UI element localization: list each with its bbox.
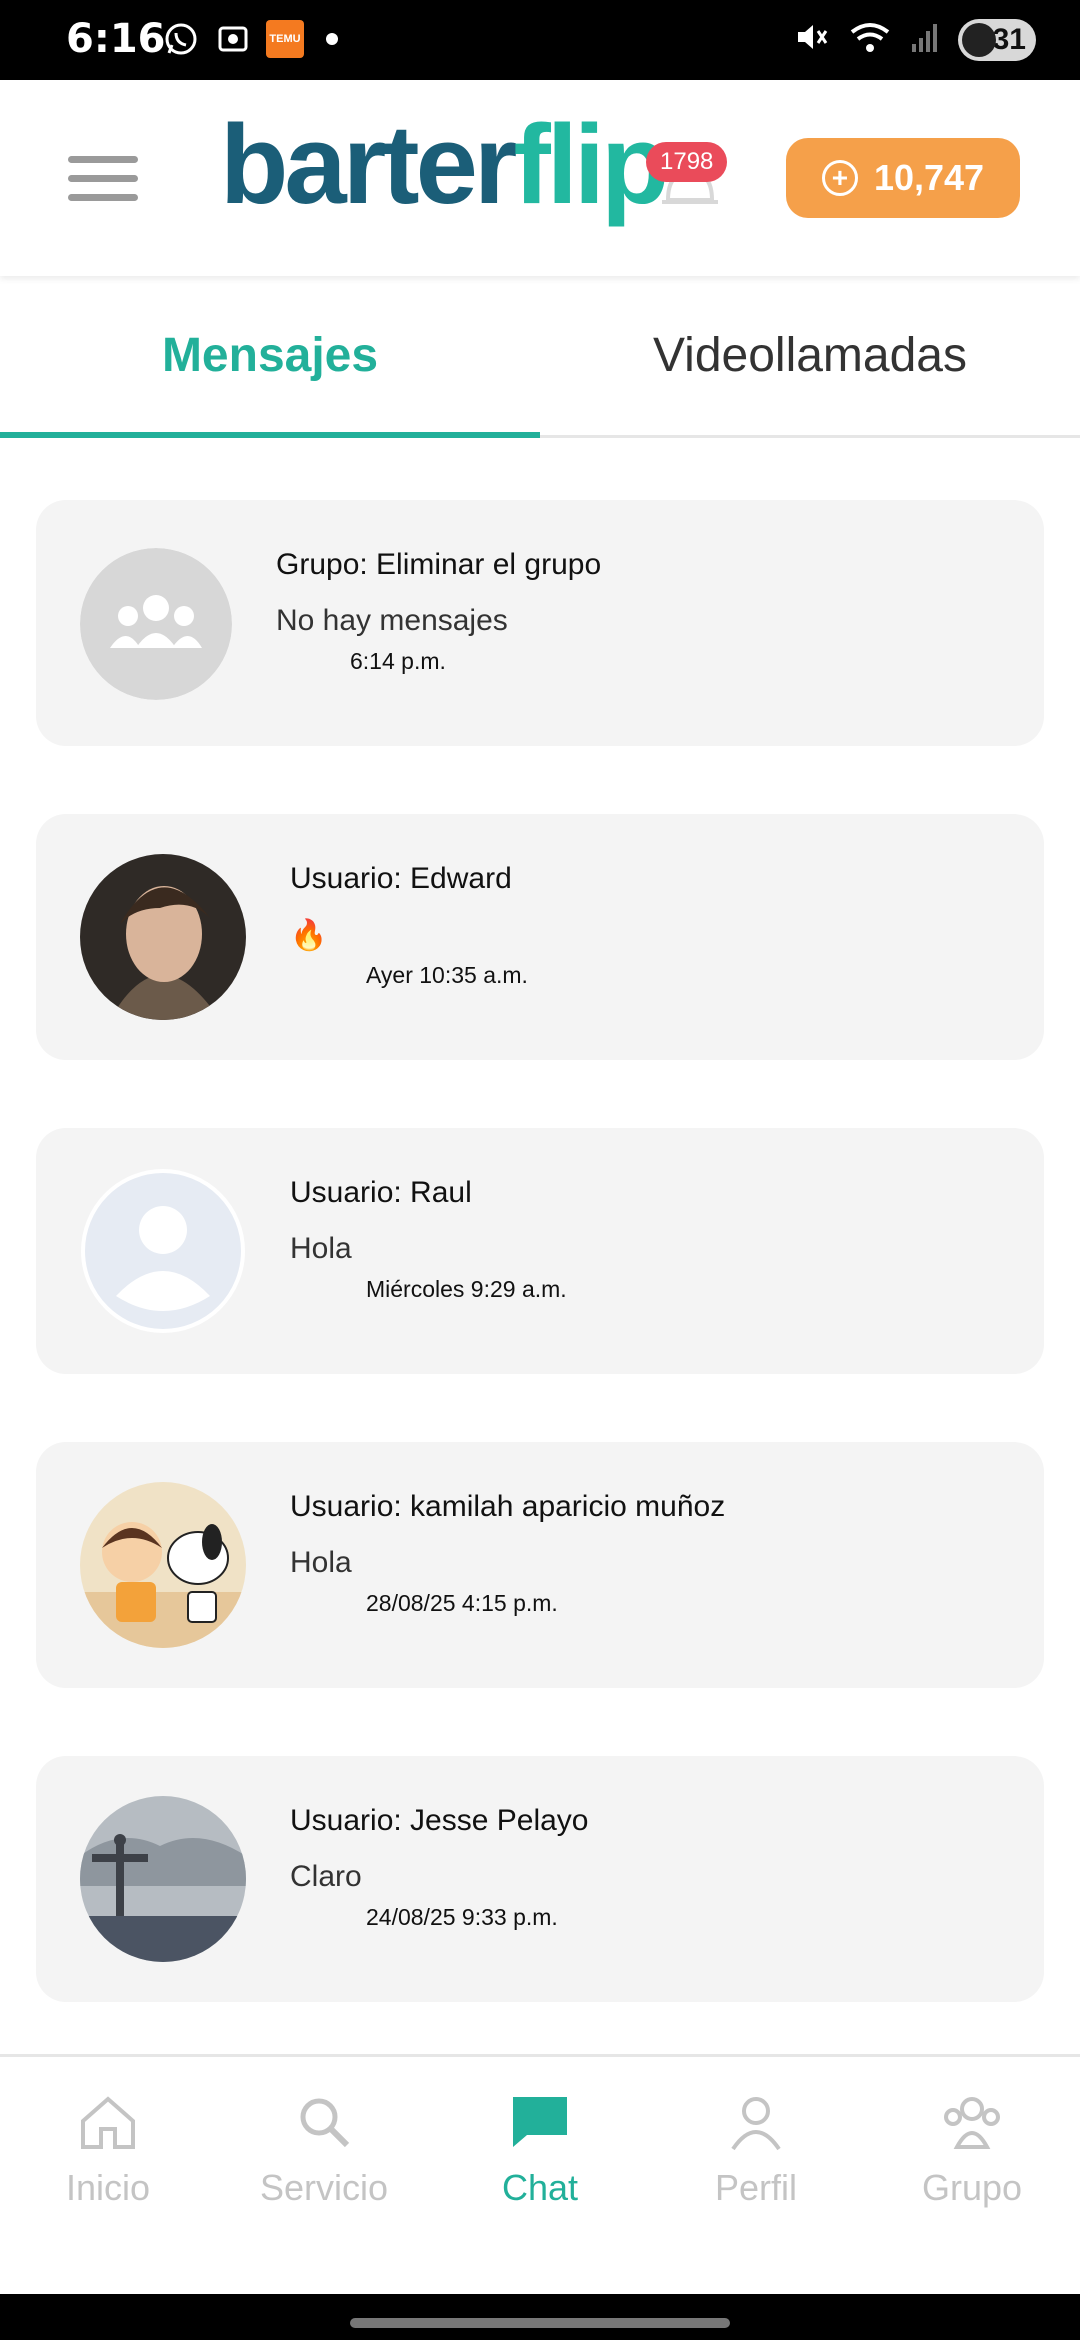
landscape-avatar-photo — [80, 1796, 246, 1962]
temu-icon: TEMU — [266, 20, 304, 58]
mute-icon — [792, 18, 830, 61]
chat-last-message: No hay mensajes — [276, 604, 508, 637]
cartoon-avatar-photo — [80, 1482, 246, 1648]
chat-title: Usuario: Raul — [290, 1176, 472, 1209]
chat-item[interactable]: Grupo: Eliminar el grupo No hay mensajes… — [36, 500, 1044, 746]
chat-title: Grupo: Eliminar el grupo — [276, 548, 602, 581]
chat-time: 24/08/25 9:33 p.m. — [366, 1904, 558, 1930]
chat-last-message: Hola — [290, 1232, 352, 1265]
tab-bar: Mensajes Videollamadas — [0, 276, 1080, 438]
chat-item[interactable]: Usuario: Raul Hola Miércoles 9:29 a.m. — [36, 1128, 1044, 1374]
tab-videollamadas[interactable]: Videollamadas — [540, 276, 1080, 435]
nav-grupo[interactable]: Grupo — [864, 2057, 1080, 2297]
default-user-avatar-icon — [80, 1168, 246, 1334]
chat-time: Ayer 10:35 a.m. — [366, 962, 528, 988]
nav-chat[interactable]: Chat — [432, 2057, 648, 2297]
tab-mensajes[interactable]: Mensajes — [0, 276, 540, 438]
chat-last-message: 🔥 — [290, 919, 328, 952]
home-indicator[interactable] — [350, 2318, 730, 2328]
group-avatar-icon — [80, 548, 232, 700]
chat-time: Miércoles 9:29 a.m. — [366, 1276, 567, 1302]
notification-count-badge: 1798 — [646, 142, 728, 182]
chat-item[interactable]: Usuario: Edward 🔥 Ayer 10:35 a.m. — [36, 814, 1044, 1060]
system-home-bar — [0, 2294, 1080, 2340]
chat-item[interactable]: Usuario: kamilah aparicio muñoz Hola 28/… — [36, 1442, 1044, 1688]
battery-saver-icon — [962, 22, 996, 57]
status-time: 6:16 — [66, 16, 166, 62]
search-icon — [300, 2098, 350, 2148]
app-header: barterflip 1798 + 10,747 — [0, 80, 1080, 276]
barterflip-logo: barterflip — [220, 102, 669, 227]
whatsapp-icon — [162, 20, 200, 58]
chat-item[interactable]: Usuario: Jesse Pelayo Claro 24/08/25 9:3… — [36, 1756, 1044, 2002]
screenshot-icon — [214, 20, 252, 58]
plus-circle-icon: + — [821, 160, 858, 196]
group-icon — [944, 2097, 1000, 2149]
menu-icon[interactable] — [68, 156, 138, 206]
coins-balance-button[interactable]: + 10,747 — [786, 138, 1020, 218]
chat-time: 28/08/25 4:15 p.m. — [366, 1590, 558, 1616]
chat-time: 6:14 p.m. — [350, 648, 446, 674]
chat-title: Usuario: Edward — [290, 862, 512, 895]
chat-last-message: Claro — [290, 1860, 362, 1893]
signal-icon — [910, 20, 940, 59]
notification-dot — [326, 33, 338, 45]
battery-indicator: 31 — [958, 18, 1036, 61]
nav-servicio[interactable]: Servicio — [216, 2057, 432, 2297]
home-icon — [81, 2096, 135, 2149]
chat-icon — [513, 2097, 567, 2147]
profile-icon — [731, 2097, 781, 2151]
wifi-icon — [848, 18, 892, 61]
status-bar: 6:16 TEMU 31 — [0, 0, 1080, 80]
chat-last-message: Hola — [290, 1546, 352, 1579]
bottom-navigation: Inicio Servicio Chat Perfil Grupo — [0, 2054, 1080, 2297]
chat-title: Usuario: Jesse Pelayo — [290, 1804, 589, 1837]
nav-perfil[interactable]: Perfil — [648, 2057, 864, 2297]
user-avatar-photo — [80, 854, 246, 1020]
chat-title: Usuario: kamilah aparicio muñoz — [290, 1490, 726, 1523]
nav-inicio[interactable]: Inicio — [0, 2057, 216, 2297]
chat-list: Grupo: Eliminar el grupo No hay mensajes… — [36, 500, 1044, 2070]
